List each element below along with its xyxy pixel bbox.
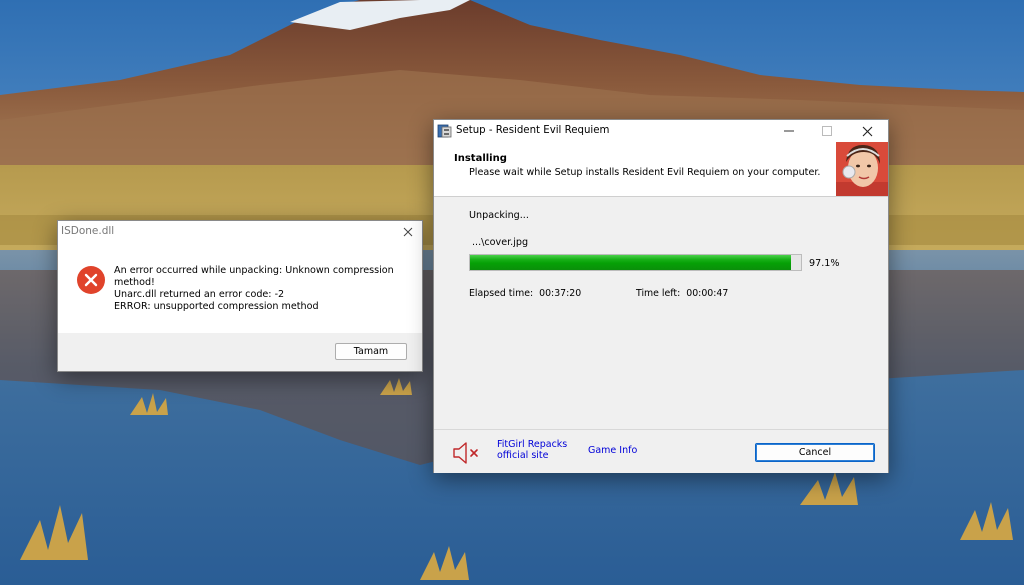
isdone-body: An error occurred while unpacking: Unkno…	[58, 243, 422, 333]
isdone-footer: Tamam	[58, 333, 422, 371]
elapsed-time: Elapsed time: 00:37:20	[469, 288, 581, 299]
fitgirl-link-line: FitGirl Repacks	[497, 439, 568, 450]
error-message-line: An error occurred while unpacking: Unkno…	[114, 265, 394, 276]
setup-header: Installing Please wait while Setup insta…	[434, 142, 888, 197]
setup-footer: FitGirl Repacks official site Game Info …	[434, 429, 888, 473]
time-left: Time left: 00:00:47	[636, 288, 728, 299]
install-progress-bar	[469, 254, 802, 271]
time-left-label: Time left:	[636, 288, 681, 299]
setup-content: Unpacking... ...\cover.jpg 97.1% Elapsed…	[434, 197, 888, 429]
elapsed-time-value: 00:37:20	[539, 288, 582, 299]
header-avatar-image	[836, 142, 888, 196]
maximize-icon	[808, 120, 846, 142]
isdone-error-dialog: ISDone.dll An error occurred while unpac…	[57, 220, 423, 372]
fitgirl-link-line: official site	[497, 450, 549, 461]
page-title: Installing	[454, 153, 507, 164]
setup-title: Setup - Resident Evil Requiem	[456, 125, 610, 136]
status-label: Unpacking...	[469, 210, 529, 221]
elapsed-time-label: Elapsed time:	[469, 288, 534, 299]
error-message-line: Unarc.dll returned an error code: -2	[114, 289, 285, 300]
isdone-title: ISDone.dll	[61, 225, 115, 237]
time-left-value: 00:00:47	[686, 288, 729, 299]
fitgirl-site-link[interactable]: FitGirl Repacks official site	[497, 439, 567, 461]
error-message-line: ERROR: unsupported compression method	[114, 301, 319, 312]
setup-title-bar[interactable]: Setup - Resident Evil Requiem	[434, 120, 888, 142]
current-file-label: ...\cover.jpg	[472, 237, 529, 248]
speaker-muted-icon[interactable]	[452, 441, 482, 465]
error-message-line: method!	[114, 277, 155, 288]
setup-app-icon	[437, 123, 453, 139]
progress-percent: 97.1%	[809, 258, 840, 269]
game-info-link[interactable]: Game Info	[588, 445, 637, 456]
error-circle-x-icon	[76, 265, 106, 295]
setup-window: Setup - Resident Evil Requiem Installing…	[433, 119, 889, 473]
minimize-icon[interactable]	[770, 120, 808, 142]
close-icon[interactable]	[394, 221, 422, 243]
cancel-button[interactable]: Cancel	[755, 443, 875, 462]
isdone-title-bar[interactable]: ISDone.dll	[58, 221, 422, 243]
ok-button[interactable]: Tamam	[335, 343, 407, 360]
close-icon[interactable]	[848, 120, 886, 142]
error-message: An error occurred while unpacking: Unkno…	[114, 265, 414, 313]
page-subtitle: Please wait while Setup installs Residen…	[469, 167, 821, 178]
install-progress-fill	[470, 255, 792, 270]
